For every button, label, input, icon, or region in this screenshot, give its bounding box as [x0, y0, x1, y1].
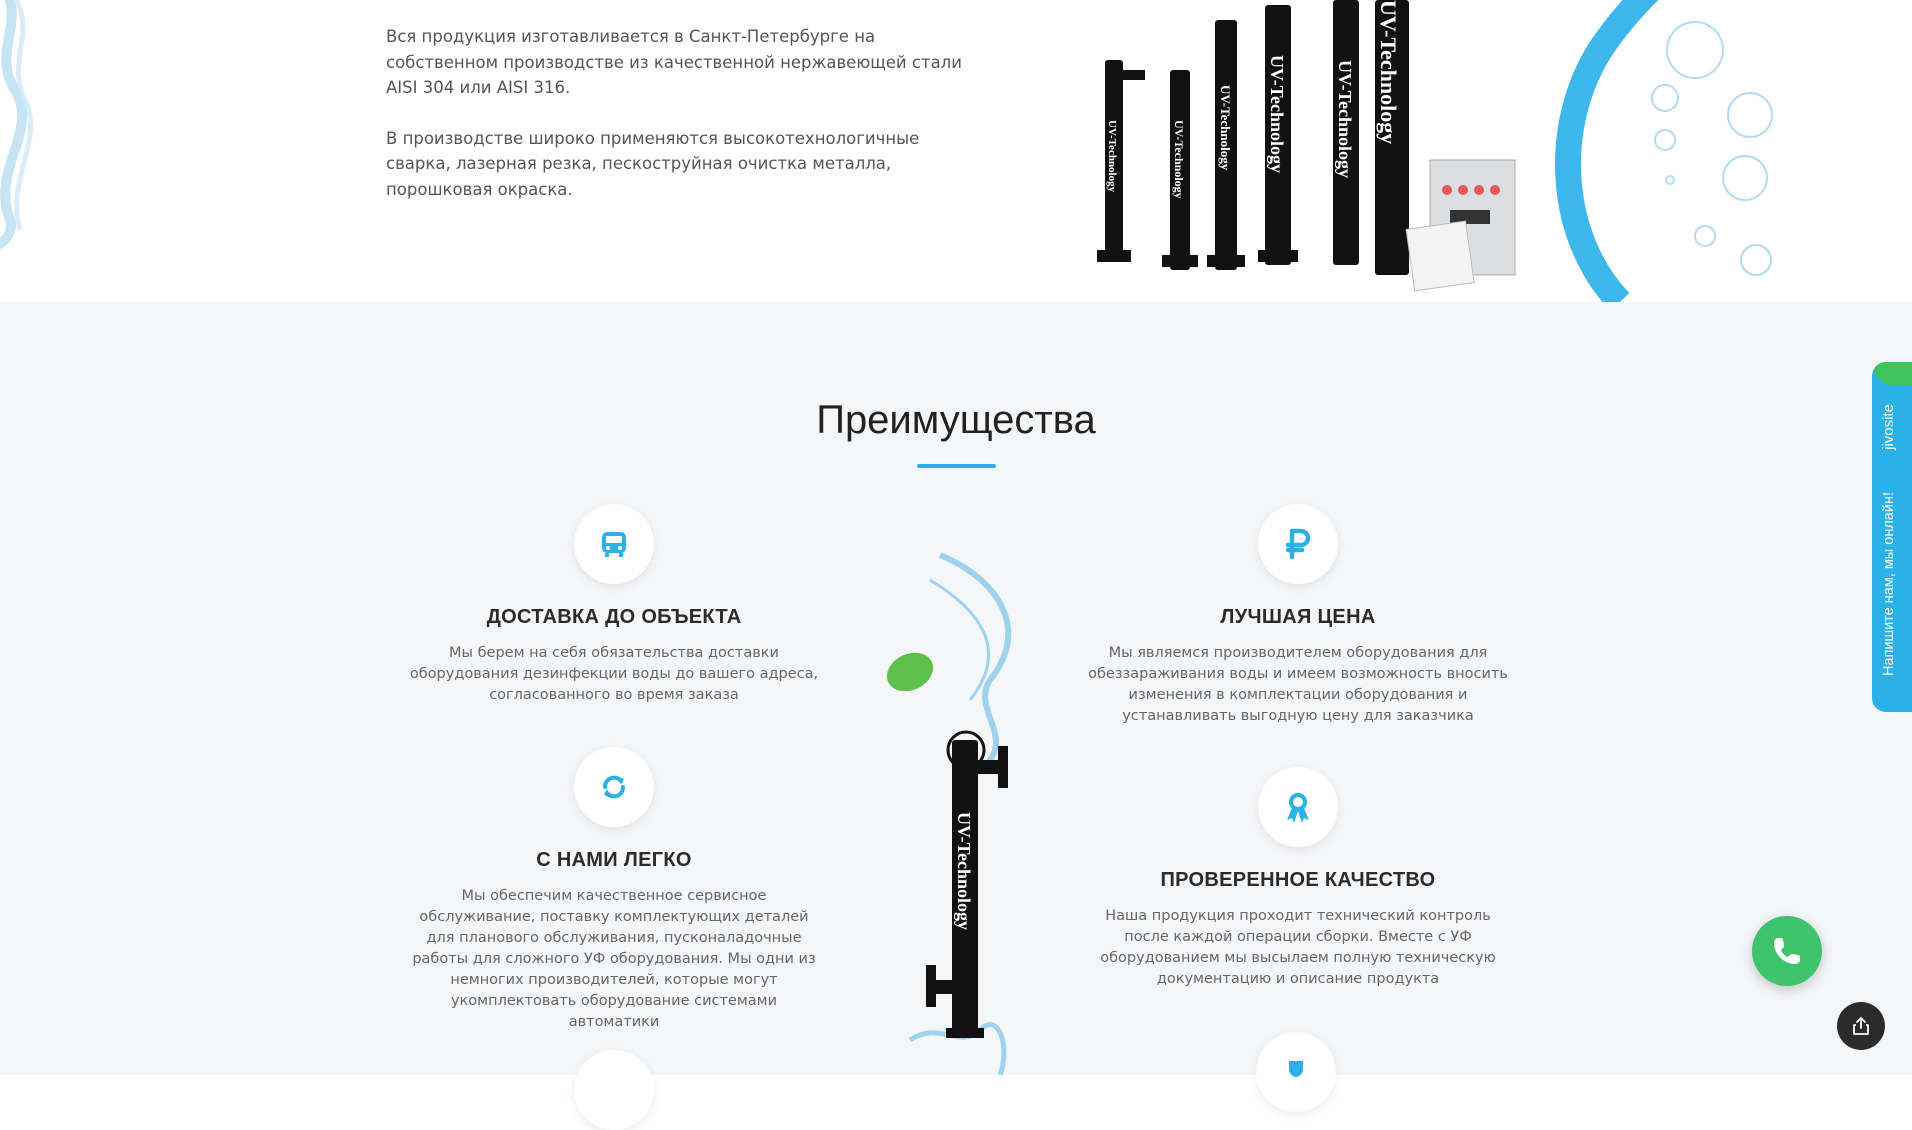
- feature-best-price: ЛУЧШАЯ ЦЕНА Мы являемся производителем о…: [1083, 504, 1513, 727]
- feature-icon-circle: [1256, 1032, 1336, 1112]
- share-icon: [1853, 1017, 1869, 1035]
- product-label-1: UV-Technology: [1106, 120, 1118, 193]
- water-splash-left-image: [0, 0, 34, 250]
- feature-text: Мы берем на себя обязательства доставки …: [409, 645, 819, 703]
- feature-title: ПРОВЕРЕННОЕ КАЧЕСТВО: [1160, 869, 1436, 891]
- chat-brand: jivosite: [1880, 404, 1897, 450]
- call-button[interactable]: [1752, 916, 1822, 986]
- feature-easy: С НАМИ ЛЕГКО Мы обеспечим качественное с…: [404, 747, 824, 1033]
- leaf-icon: [886, 652, 934, 692]
- feature-text: Наша продукция проходит технический конт…: [1100, 908, 1496, 987]
- chat-leaf-icon: [1872, 362, 1912, 386]
- refresh-icon: [603, 775, 625, 799]
- product-label-3: UV-Technology: [1218, 85, 1233, 171]
- product-label-6: UV-Technology: [1376, 0, 1401, 144]
- about-text: Вся продукция изготавливается в Санкт-Пе…: [386, 24, 966, 227]
- title-underline: [917, 464, 996, 468]
- bus-icon: [602, 532, 626, 557]
- product-label-4: UV-Technology: [1267, 55, 1287, 173]
- feature-icon-circle: [574, 504, 654, 584]
- decorative-arc-bubbles: [1555, 0, 1773, 302]
- feature-partial-left: [574, 1050, 654, 1130]
- about-paragraph-2: В производстве широко применяются высоко…: [386, 128, 920, 199]
- feature-title: ДОСТАВКА ДО ОБЪЕКТА: [486, 606, 742, 628]
- feature-icon-circle: [1258, 504, 1338, 584]
- feature-text: Мы являемся производителем оборудования …: [1088, 645, 1508, 724]
- feature-icon-circle: [1258, 767, 1338, 847]
- chat-message: Напишите нам, мы онлайн!: [1881, 492, 1897, 677]
- feature-partial-right: [1256, 1032, 1336, 1112]
- phone-icon: [1774, 938, 1800, 964]
- share-button[interactable]: [1837, 1002, 1885, 1050]
- ruble-icon: [1285, 528, 1311, 560]
- feature-text: Мы обеспечим качественное сервисное обсл…: [412, 888, 816, 1030]
- feature-title: ЛУЧШАЯ ЦЕНА: [1220, 606, 1376, 628]
- product-label-2: UV-Technology: [1172, 120, 1186, 199]
- feature-delivery: ДОСТАВКА ДО ОБЪЕКТА Мы берем на себя обя…: [404, 504, 824, 706]
- center-product-label: UV-Technology: [954, 812, 974, 930]
- uv-lamp-water-image: UV-Technology: [886, 552, 1012, 1075]
- award-icon: [1287, 793, 1309, 823]
- feature-icon-circle: [574, 1050, 654, 1130]
- chat-widget-tab[interactable]: jivosite Напишите нам, мы онлайн!: [1872, 362, 1912, 712]
- uv-products-image: UV-Technology UV-Technology UV-Technolog…: [1097, 0, 1516, 292]
- about-section: Вся продукция изготавливается в Санкт-Пе…: [0, 0, 1912, 302]
- feature-quality: ПРОВЕРЕННОЕ КАЧЕСТВО Наша продукция прох…: [1083, 767, 1513, 990]
- feature-title: С НАМИ ЛЕГКО: [536, 849, 692, 871]
- product-label-5: UV-Technology: [1335, 60, 1355, 178]
- feature-icon-circle: [574, 747, 654, 827]
- trophy-icon: [1289, 1061, 1303, 1077]
- about-paragraph-1: Вся продукция изготавливается в Санкт-Пе…: [386, 27, 962, 97]
- advantages-title: Преимущества: [816, 398, 1096, 442]
